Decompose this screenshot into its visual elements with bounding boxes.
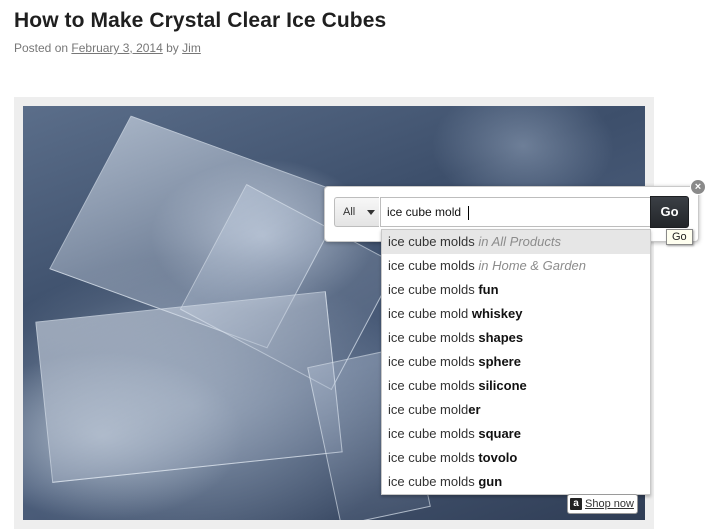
suggestion-item[interactable]: ice cube molds in All Products bbox=[382, 230, 650, 254]
suggestion-prefix: ice cube molds bbox=[388, 450, 475, 465]
chevron-down-icon bbox=[367, 210, 375, 215]
text-caret bbox=[468, 206, 469, 220]
suggestion-item[interactable]: ice cube molder bbox=[382, 398, 650, 422]
suggestion-item[interactable]: ice cube molds sphere bbox=[382, 350, 650, 374]
category-select[interactable]: All bbox=[334, 197, 379, 227]
post-title: How to Make Crystal Clear Ice Cubes bbox=[14, 9, 387, 32]
suggestion-completion: gun bbox=[478, 474, 503, 489]
suggestion-prefix: ice cube molds bbox=[388, 378, 475, 393]
suggestion-prefix: ice cube mold bbox=[388, 402, 469, 417]
suggestion-completion: sphere bbox=[478, 354, 521, 369]
suggestion-item[interactable]: ice cube mold whiskey bbox=[382, 302, 650, 326]
suggestion-item[interactable]: ice cube molds fun bbox=[382, 278, 650, 302]
suggestion-prefix: ice cube molds bbox=[388, 474, 475, 489]
posted-on-label: Posted on bbox=[14, 41, 69, 55]
suggestion-prefix: ice cube mold bbox=[388, 306, 469, 321]
suggestion-item[interactable]: ice cube molds shapes bbox=[382, 326, 650, 350]
suggestion-prefix: ice cube molds bbox=[388, 330, 475, 345]
shop-now-button[interactable]: a Shop now bbox=[567, 494, 638, 514]
suggestion-item[interactable]: ice cube molds gun bbox=[382, 470, 650, 494]
category-select-value: All bbox=[343, 206, 356, 218]
suggestion-prefix: ice cube molds bbox=[388, 282, 475, 297]
suggestion-prefix: ice cube molds bbox=[388, 354, 475, 369]
suggestion-completion: fun bbox=[478, 282, 499, 297]
suggestion-item[interactable]: ice cube molds in Home & Garden bbox=[382, 254, 650, 278]
post-meta: Posted on February 3, 2014 by Jim bbox=[14, 41, 201, 55]
suggestion-completion: whiskey bbox=[471, 306, 523, 321]
suggestion-completion: er bbox=[468, 402, 481, 417]
suggestion-item[interactable]: ice cube molds tovolo bbox=[382, 446, 650, 470]
amazon-logo-icon: a bbox=[570, 498, 582, 510]
suggestion-prefix: ice cube molds bbox=[388, 426, 475, 441]
suggestion-completion: silicone bbox=[478, 378, 527, 393]
shop-now-label: Shop now bbox=[585, 498, 634, 510]
close-icon[interactable]: × bbox=[690, 179, 706, 195]
go-tooltip: Go bbox=[666, 229, 693, 245]
suggestion-completion: square bbox=[478, 426, 521, 441]
search-input[interactable] bbox=[380, 197, 650, 227]
suggestion-completion: shapes bbox=[478, 330, 524, 345]
suggestion-scope: in Home & Garden bbox=[478, 258, 587, 273]
by-label: by bbox=[166, 41, 179, 55]
suggestion-completion: tovolo bbox=[478, 450, 518, 465]
suggestion-item[interactable]: ice cube molds silicone bbox=[382, 374, 650, 398]
suggestion-prefix: ice cube molds bbox=[388, 234, 475, 249]
suggestion-prefix: ice cube molds bbox=[388, 258, 475, 273]
author-link[interactable]: Jim bbox=[182, 41, 201, 55]
post-date-link[interactable]: February 3, 2014 bbox=[71, 41, 162, 55]
suggestion-item[interactable]: ice cube molds square bbox=[382, 422, 650, 446]
go-button[interactable]: Go bbox=[650, 196, 689, 228]
suggestion-scope: in All Products bbox=[478, 234, 561, 249]
suggestion-list: ice cube molds in All Products ice cube m… bbox=[381, 229, 651, 495]
